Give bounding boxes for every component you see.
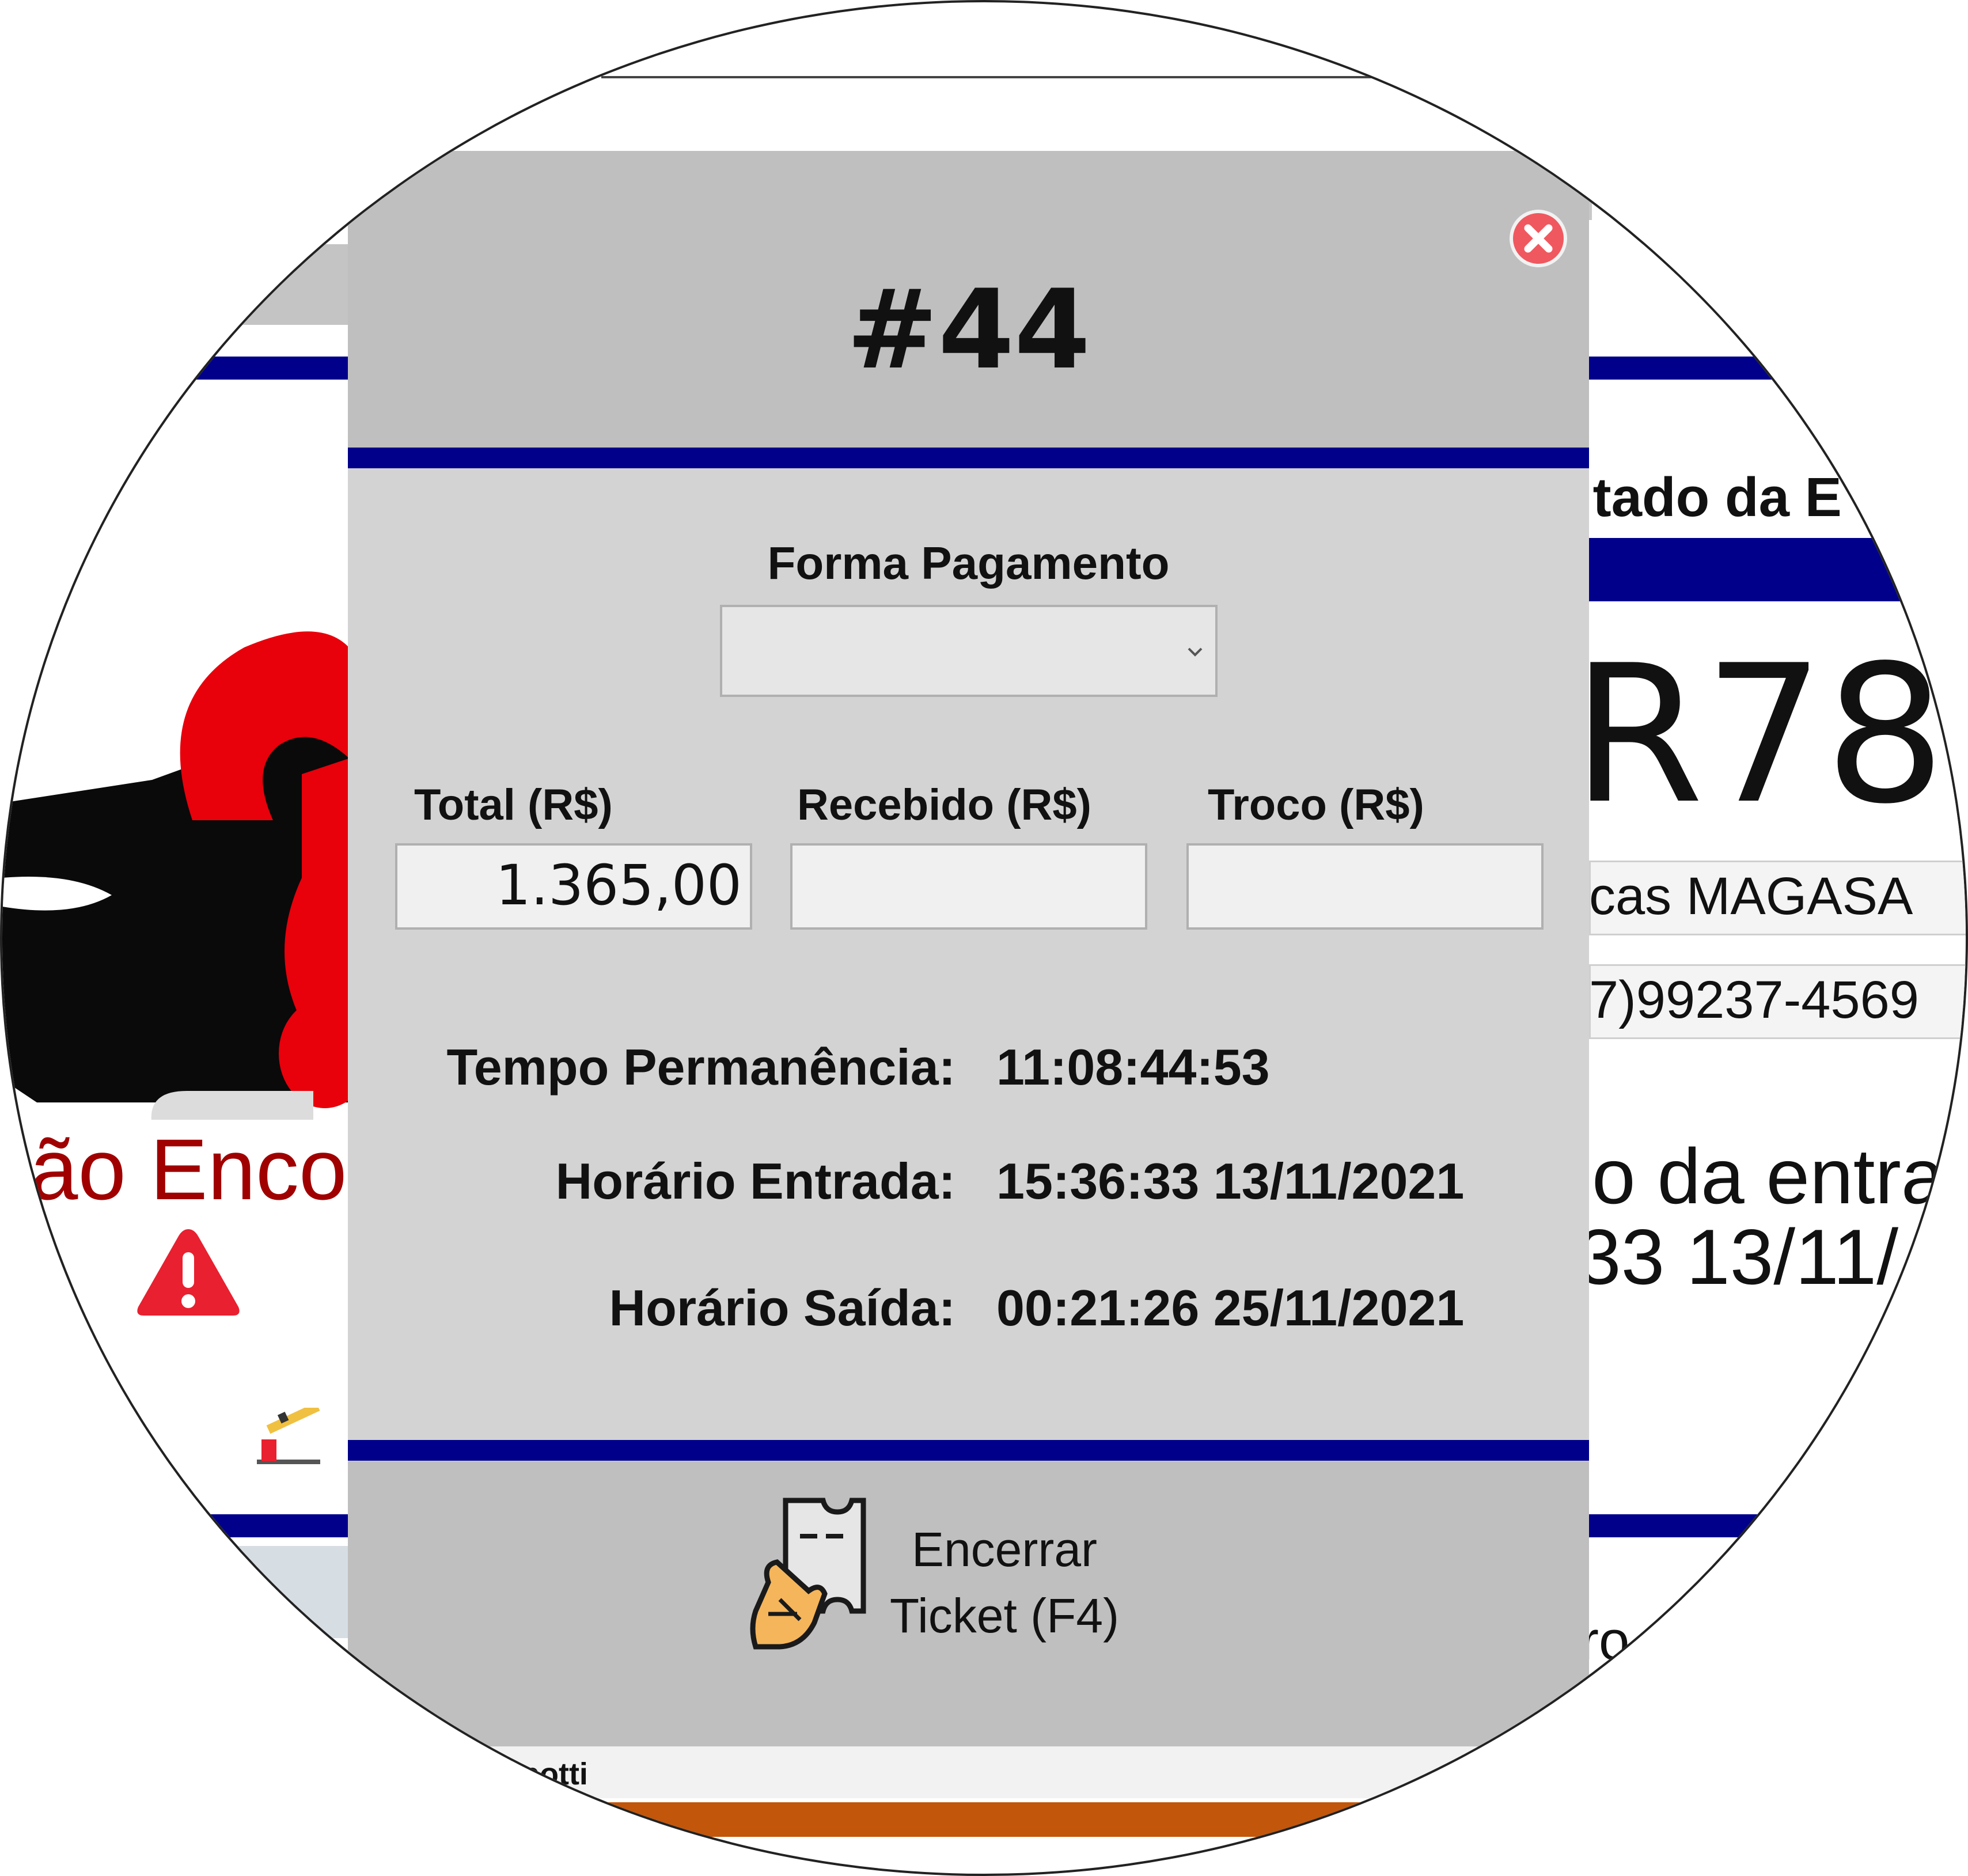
- close-circle-icon: [1510, 210, 1567, 267]
- bottom-partial-text: potti: [521, 1757, 588, 1791]
- close-ticket-label-line1: Encerrar: [911, 1522, 1098, 1576]
- left-lower-blue-bar: [210, 1514, 354, 1537]
- change-field: [1186, 843, 1544, 930]
- car-question-illustration: [2, 631, 354, 1120]
- exit-time-label: Horário Saída:: [609, 1279, 955, 1336]
- duration-label: Tempo Permanência:: [446, 1039, 955, 1096]
- bottom-white-band: [452, 1746, 1546, 1798]
- vehicle-not-found-text: ão Enco: [30, 1121, 347, 1218]
- right-blue-bar-bottom: [1589, 1514, 1762, 1537]
- received-label: Recebido (R$): [797, 780, 1091, 829]
- close-button[interactable]: [1508, 209, 1568, 268]
- right-phone-text: 7)99237-4569: [1589, 971, 1919, 1029]
- exit-time-value: 00:21:26 25/11/2021: [996, 1279, 1465, 1336]
- ticket-number-title: #44: [846, 266, 1091, 393]
- dialog-footer: Encerrar Ticket (F4): [348, 1461, 1589, 1746]
- total-label: Total (R$): [414, 780, 613, 829]
- close-ticket-label-line2: Ticket (F4): [889, 1589, 1120, 1643]
- payment-method-label: Forma Pagamento: [767, 537, 1170, 589]
- duration-value: 11:08:44:53: [996, 1039, 1270, 1096]
- right-entry-label: o da entra: [1592, 1132, 1945, 1220]
- right-plate-text: R78: [1572, 624, 1946, 846]
- close-ticket-dialog: #44 Forma Pagamento Total (R$) Recebido …: [348, 151, 1589, 1746]
- total-field: 1.365,00: [395, 843, 752, 930]
- dialog-header: #44: [348, 151, 1589, 448]
- entry-time-label: Horário Entrada:: [555, 1153, 955, 1210]
- chevron-down-icon: [1188, 647, 1203, 657]
- payment-method-select[interactable]: [720, 605, 1218, 697]
- close-ticket-button[interactable]: Encerrar Ticket (F4): [745, 1496, 1183, 1657]
- right-blue-bar-top: [1589, 357, 1791, 380]
- left-blue-bar: [192, 357, 354, 380]
- screenshot-circle-frame: *M N ão Enco potti: [0, 0, 1968, 1876]
- footer-blue-separator: [348, 1440, 1589, 1461]
- bottom-orange-bar: [521, 1802, 1442, 1837]
- right-company-text: cas MAGASA: [1589, 867, 1913, 926]
- received-input[interactable]: [790, 843, 1147, 930]
- left-lower-panel: [233, 1546, 354, 1638]
- change-label: Troco (R$): [1208, 780, 1424, 829]
- hand-ticket-icon: [750, 1498, 866, 1650]
- right-entry-value: 33 13/11/: [1578, 1213, 1899, 1301]
- right-header-text: ltado da E: [1578, 467, 1842, 528]
- warning-icon: [137, 1229, 240, 1316]
- top-border-line: [601, 76, 1379, 78]
- header-blue-separator: [348, 448, 1589, 468]
- barrier-icon: [257, 1408, 320, 1464]
- right-blue-bar-mid: [1589, 538, 1935, 601]
- right-white-strip: [1589, 244, 1819, 325]
- entry-time-value: 15:36:33 13/11/2021: [996, 1153, 1465, 1210]
- left-gray-strip: [221, 244, 354, 325]
